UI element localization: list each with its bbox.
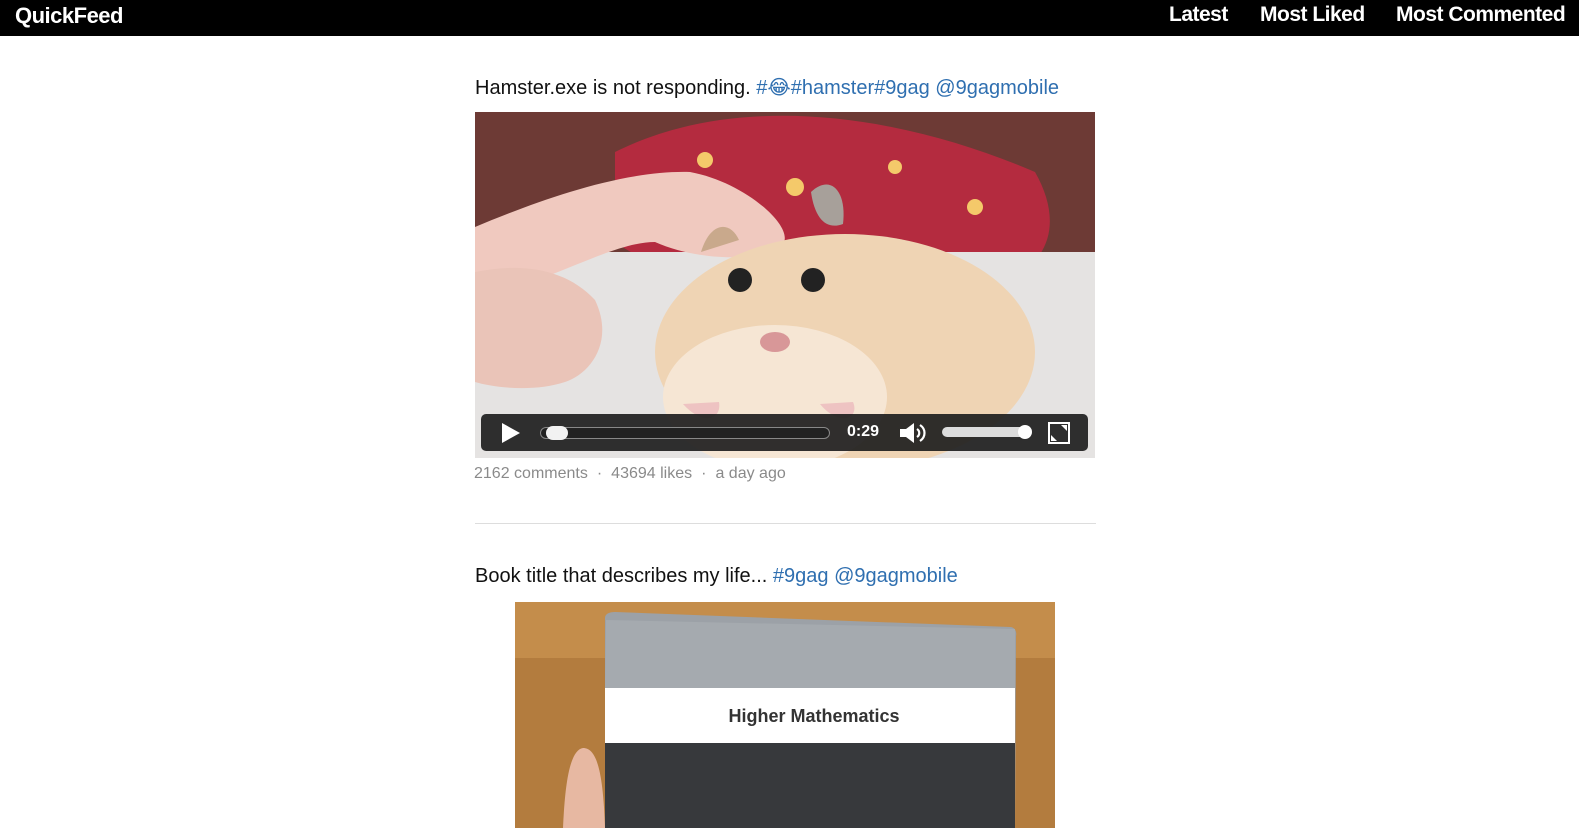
hamster-video-frame [475, 112, 1095, 458]
post-video[interactable]: 0:29 [475, 112, 1095, 458]
post-tags-link[interactable]: #9gag @9gagmobile [773, 565, 958, 587]
post-meta: 2162 comments · 43694 likes · a day ago [474, 465, 786, 483]
volume-thumb[interactable] [1018, 425, 1032, 439]
post-title-text: Book title that describes my life... [475, 565, 768, 587]
book-title: Higher Mathematics [728, 706, 899, 726]
post-age: a day ago [715, 465, 786, 482]
top-navbar: QuickFeed Latest Most Liked Most Comment… [0, 0, 1579, 36]
nav-most-liked[interactable]: Most Liked [1260, 3, 1365, 27]
video-time: 0:29 [847, 423, 880, 440]
nav-latest[interactable]: Latest [1169, 3, 1228, 27]
meta-separator: · [701, 465, 707, 482]
post-title: Book title that describes my life... #9g… [475, 565, 958, 588]
video-progress-thumb[interactable] [546, 426, 569, 440]
likes-count: 43694 likes [611, 465, 693, 482]
book-image: Higher Mathematics [515, 602, 1055, 828]
video-controls: 0:29 [481, 414, 1088, 451]
post-image[interactable]: Higher Mathematics [515, 602, 1055, 828]
post-title-text: Hamster.exe is not responding. [475, 77, 751, 99]
volume-icon[interactable] [898, 421, 928, 445]
post-title: Hamster.exe is not responding. #😂#hamste… [475, 75, 1059, 100]
post-divider [475, 523, 1096, 524]
video-progress-slider[interactable] [540, 426, 830, 440]
meta-separator: · [596, 465, 603, 482]
fullscreen-icon[interactable] [1048, 422, 1070, 444]
brand-logo[interactable]: QuickFeed [15, 3, 123, 29]
play-icon[interactable] [499, 422, 521, 444]
post-tags-link[interactable]: #😂#hamster#9gag @9gagmobile [756, 77, 1059, 99]
volume-slider[interactable] [942, 425, 1032, 439]
nav-most-commented[interactable]: Most Commented [1396, 3, 1566, 27]
comments-count[interactable]: 2162 comments [474, 465, 588, 482]
